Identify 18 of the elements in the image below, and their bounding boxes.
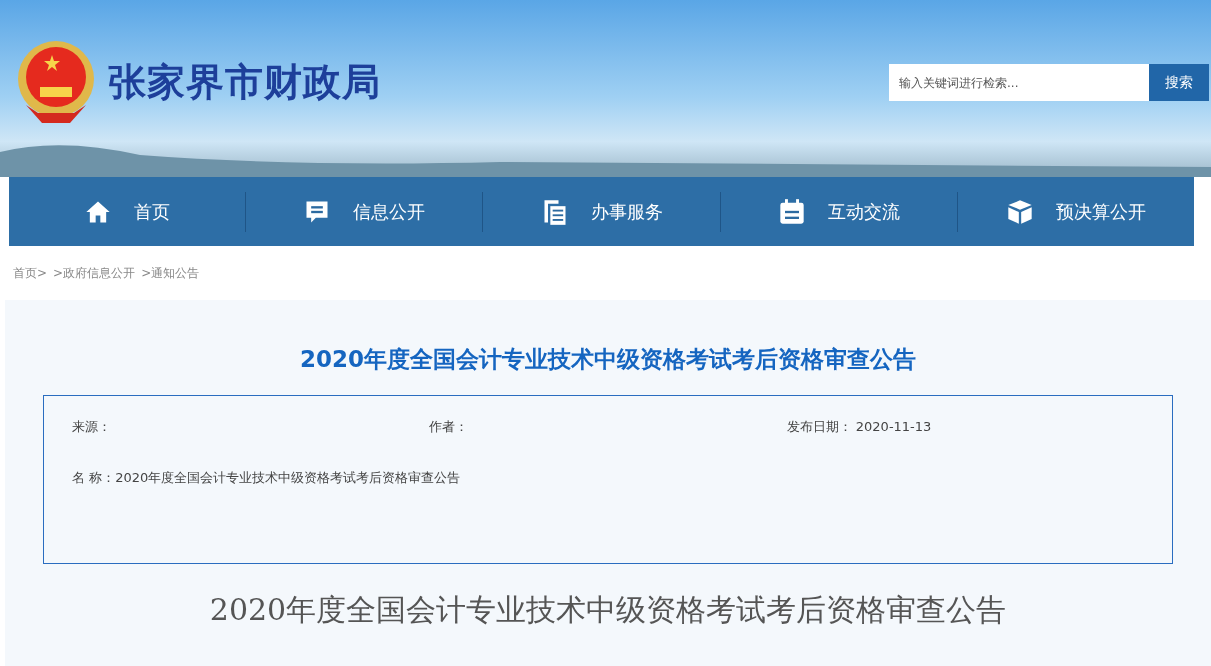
source-label: 来源： [72,418,112,436]
name-line: 名 称：2020年度全国会计专业技术中级资格考试考后资格审查公告 [72,469,462,487]
site-title: 张家界市财政局 [108,59,381,106]
nav-item[interactable]: 预决算公开 [957,191,1194,232]
calendar-icon [777,197,806,226]
nav-item[interactable]: 首页 [9,191,247,232]
document-title: 2020年度全国会计专业技术中级资格考试考后资格审查公告 [209,591,1007,629]
breadcrumb-link[interactable]: >通知公告 [141,264,200,282]
nav-item[interactable]: 办事服务 [483,191,721,232]
search-button[interactable]: 搜索 [1149,64,1209,101]
nav-item[interactable]: 信息公开 [246,191,484,232]
author-label: 作者： [429,418,470,436]
breadcrumb-link[interactable]: >政府信息公开 [53,264,136,282]
breadcrumb-link[interactable]: 首页> [13,264,48,282]
article-title: 2020年度全国会计专业技术中级资格考试考后资格审查公告 [300,345,916,374]
search-field[interactable]: 输入关键词进行检索... [889,64,1149,101]
nav-item[interactable]: 互动交流 [720,191,958,232]
publish-date: 发布日期： 2020-11-13 [786,418,933,436]
